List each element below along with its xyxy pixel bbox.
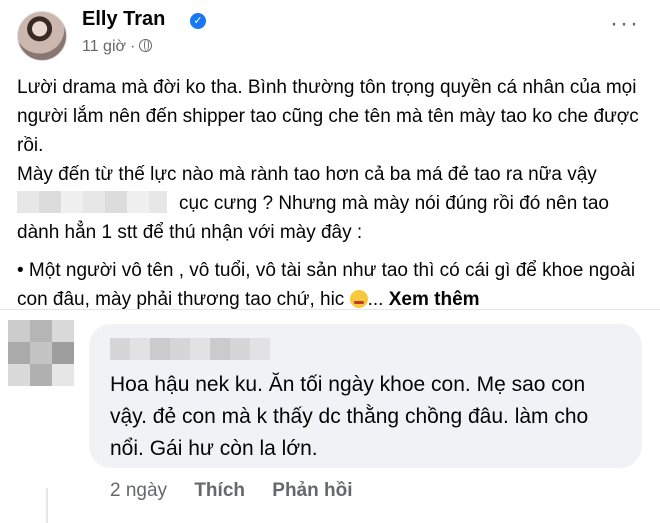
post-time[interactable]: 11 giờ	[82, 38, 126, 55]
crying-face-emoji-icon	[349, 290, 368, 308]
post-paragraph-3: cục cưng ? Nhưng mà mày nói đúng rồi đó …	[17, 189, 647, 247]
post-paragraph-1: Lười drama mà đời ko tha. Bình thường tô…	[17, 77, 639, 156]
ellipsis: ...	[367, 289, 384, 310]
post-meta: 11 giờ ·	[82, 38, 153, 56]
comment-actions: 2 ngày Thích Phản hồi	[110, 480, 375, 502]
author-avatar[interactable]	[17, 11, 67, 61]
divider	[0, 309, 660, 310]
post-paragraph-2: Mày đến từ thế lực nào mà rành tao hơn c…	[17, 164, 597, 185]
commenter-name-redacted[interactable]	[110, 338, 270, 360]
like-button[interactable]: Thích	[194, 480, 245, 501]
see-more-link[interactable]: Xem thêm	[389, 289, 480, 310]
post-body: Lười drama mà đời ko tha. Bình thường tô…	[17, 73, 647, 314]
redacted-name	[17, 191, 167, 213]
author-name[interactable]: Elly Tran	[82, 8, 165, 31]
reply-button[interactable]: Phản hồi	[272, 480, 352, 501]
globe-icon[interactable]	[139, 39, 153, 52]
thread-line	[46, 488, 48, 523]
more-options-button[interactable]: ···	[610, 12, 640, 36]
meta-separator: ·	[130, 38, 136, 55]
comment-bubble: Hoa hậu nek ku. Ăn tối ngày khoe con. Mẹ…	[89, 324, 642, 468]
bullet-text: • Một người vô tên , vô tuổi, vô tài sản…	[17, 260, 636, 310]
commenter-avatar-pixelated[interactable]	[8, 320, 74, 386]
post-bullet: • Một người vô tên , vô tuổi, vô tài sản…	[17, 256, 647, 314]
comment-time[interactable]: 2 ngày	[110, 480, 167, 501]
verified-badge-icon: ✓	[190, 13, 206, 29]
comment-text: Hoa hậu nek ku. Ăn tối ngày khoe con. Mẹ…	[110, 373, 589, 460]
post-card: Elly Tran ✓ 11 giờ · ··· Lười drama mà đờ…	[0, 0, 660, 310]
